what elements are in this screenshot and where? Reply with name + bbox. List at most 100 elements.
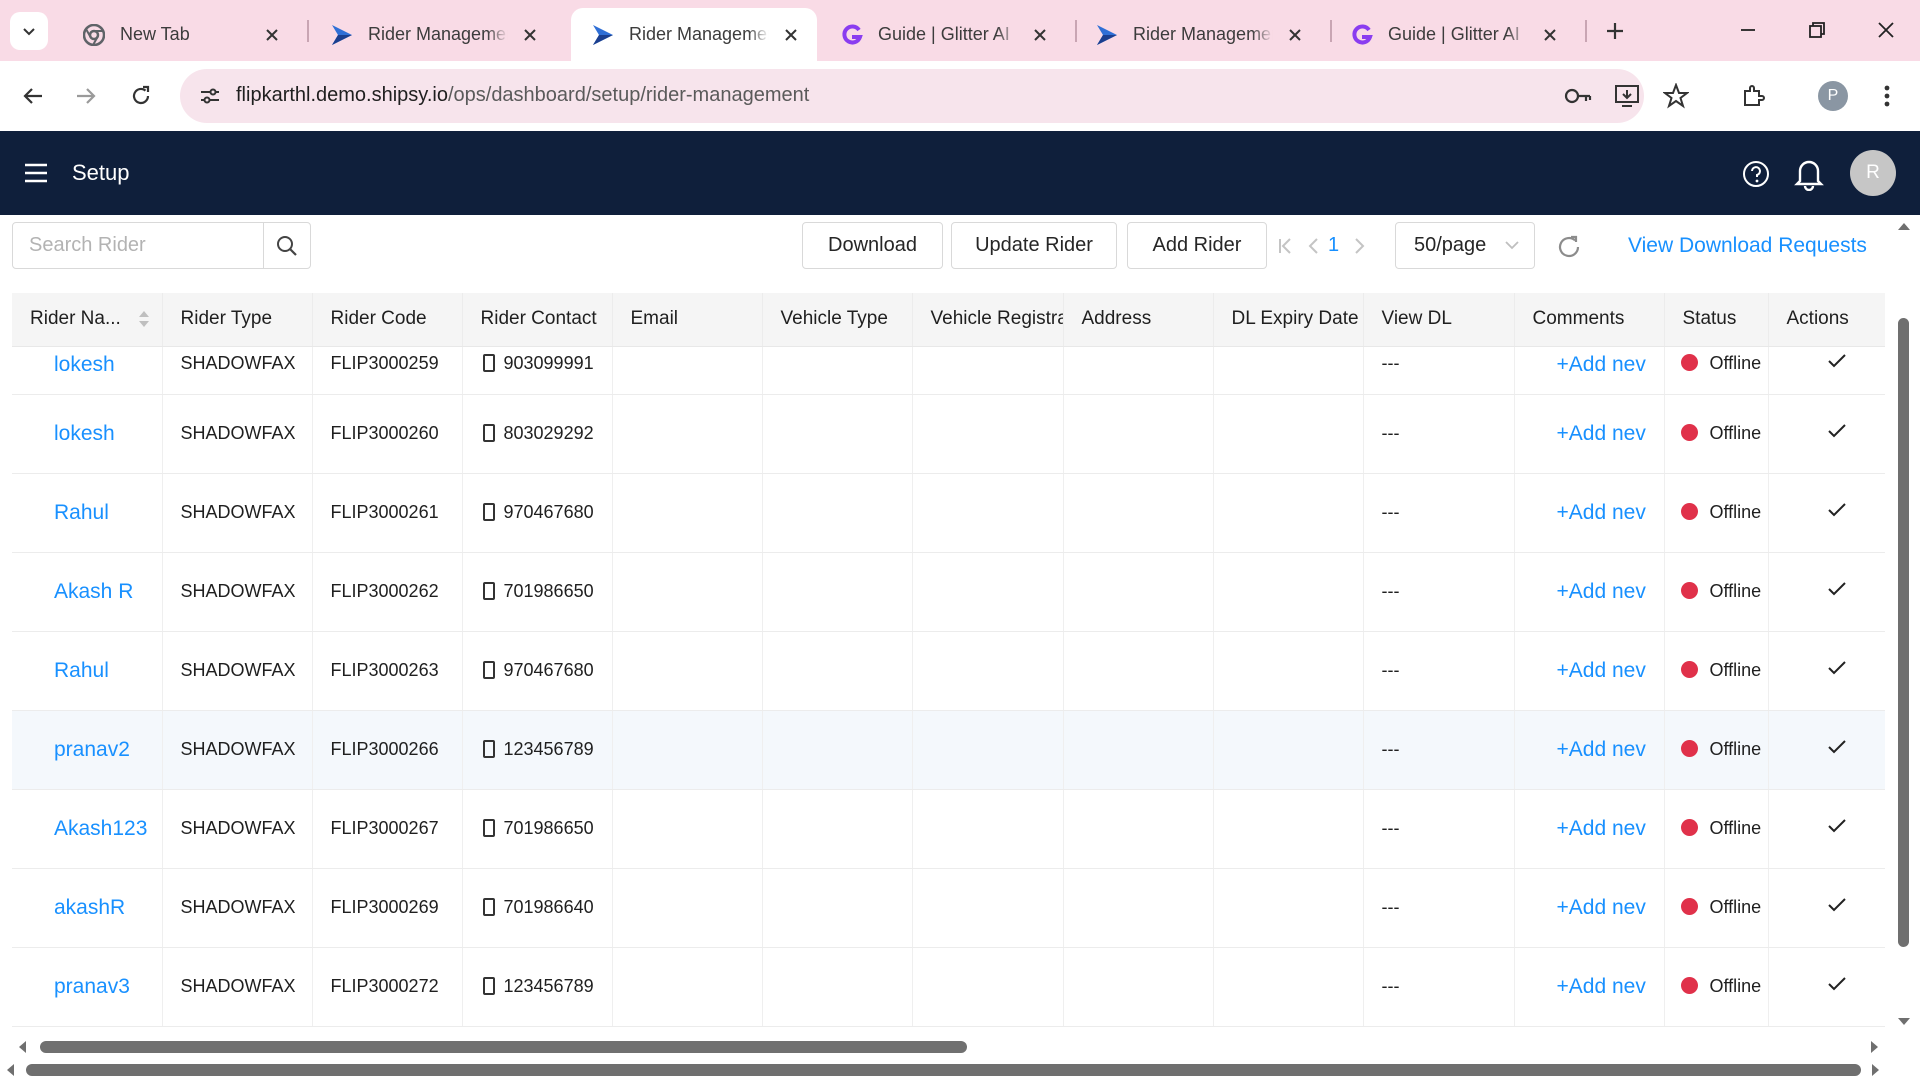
chrome-icon: [82, 23, 106, 47]
minimize-button[interactable]: [1728, 12, 1768, 48]
address-bar[interactable]: flipkarthl.demo.shipsy.io/ops/dashboard/…: [180, 69, 1689, 123]
page-size-select[interactable]: 50/page: [1395, 222, 1535, 269]
url-text[interactable]: flipkarthl.demo.shipsy.io/ops/dashboard/…: [236, 84, 809, 107]
add-comment-link[interactable]: +Add nev: [1514, 394, 1665, 474]
hamburger-menu-icon[interactable]: [22, 159, 50, 187]
browser-tab-glitter-guide[interactable]: Guide | Glitter AI: [820, 8, 1066, 61]
scroll-up-icon[interactable]: [1898, 222, 1910, 232]
rider-name-link[interactable]: Akash123: [12, 789, 163, 869]
status-cell: Offline: [1664, 710, 1769, 790]
minimize-icon: [1741, 29, 1755, 31]
address-cell: [1063, 394, 1214, 474]
bookmark-star-icon[interactable]: [1662, 82, 1690, 110]
browser-tab-rider-management-active[interactable]: Rider Management: [571, 8, 817, 61]
download-button[interactable]: Download: [802, 222, 943, 269]
add-comment-link[interactable]: +Add nev: [1514, 868, 1665, 948]
back-button[interactable]: [16, 79, 50, 113]
check-icon[interactable]: [1827, 976, 1847, 992]
rider-name-link[interactable]: akashR: [12, 868, 163, 948]
scroll-right-icon[interactable]: [1870, 1064, 1880, 1076]
update-rider-button[interactable]: Update Rider: [951, 222, 1117, 269]
browser-tab-rider-management[interactable]: Rider Management: [310, 8, 556, 61]
table-horizontal-scrollbar[interactable]: [12, 1036, 1885, 1058]
rider-name-link[interactable]: pranav3: [12, 947, 163, 1027]
close-icon[interactable]: [1028, 23, 1052, 47]
check-icon[interactable]: [1827, 353, 1847, 369]
new-tab-button[interactable]: [1598, 14, 1632, 48]
check-icon[interactable]: [1827, 818, 1847, 834]
user-avatar[interactable]: R: [1850, 150, 1896, 196]
notification-bell-icon[interactable]: [1792, 155, 1826, 192]
refresh-icon[interactable]: [1556, 234, 1582, 260]
rider-name-link[interactable]: Akash R: [12, 552, 163, 632]
status-cell: Offline: [1664, 868, 1769, 948]
help-icon[interactable]: [1741, 159, 1771, 189]
browser-tab-rider-management[interactable]: Rider Management: [1075, 8, 1321, 61]
view-download-requests-link[interactable]: View Download Requests: [1628, 234, 1867, 258]
scroll-right-icon[interactable]: [1869, 1041, 1879, 1053]
forward-button[interactable]: [69, 79, 103, 113]
check-icon[interactable]: [1827, 423, 1847, 439]
add-comment-link[interactable]: +Add nev: [1514, 947, 1665, 1027]
scrollbar-thumb[interactable]: [1898, 318, 1909, 947]
close-icon[interactable]: [1538, 23, 1562, 47]
scroll-down-icon[interactable]: [1898, 1016, 1910, 1026]
close-window-button[interactable]: [1866, 12, 1906, 48]
status-cell: Offline: [1664, 631, 1769, 711]
close-icon[interactable]: [779, 23, 803, 47]
column-header-rider-name[interactable]: Rider Na...: [12, 293, 163, 347]
first-page-icon[interactable]: [1274, 234, 1296, 258]
restore-button[interactable]: [1797, 12, 1837, 48]
status-label: Offline: [1709, 423, 1762, 443]
phone-icon: [482, 977, 495, 995]
close-icon[interactable]: [260, 23, 284, 47]
add-comment-link[interactable]: +Add nev: [1514, 552, 1665, 632]
install-app-icon[interactable]: [1613, 82, 1641, 110]
add-rider-button[interactable]: Add Rider: [1127, 222, 1267, 269]
rider-name-link[interactable]: lokesh: [12, 346, 163, 395]
scrollbar-thumb[interactable]: [26, 1064, 1861, 1076]
profile-avatar[interactable]: P: [1818, 81, 1848, 111]
rider-name-link[interactable]: Rahul: [12, 473, 163, 553]
search-button[interactable]: [263, 222, 311, 269]
column-header-view-dl: View DL: [1363, 293, 1515, 347]
page-horizontal-scrollbar[interactable]: [0, 1060, 1920, 1080]
check-icon[interactable]: [1827, 660, 1847, 676]
arrow-right-icon: [77, 88, 96, 104]
current-page-number[interactable]: 1: [1328, 234, 1339, 257]
rider-name-link[interactable]: lokesh: [12, 394, 163, 474]
add-comment-link[interactable]: +Add nev: [1514, 631, 1665, 711]
browser-menu-button[interactable]: [1870, 79, 1904, 113]
add-comment-link[interactable]: +Add nev: [1514, 710, 1665, 790]
check-icon[interactable]: [1827, 502, 1847, 518]
sort-icon[interactable]: [138, 309, 150, 329]
extensions-button[interactable]: [1736, 79, 1770, 113]
add-comment-link[interactable]: +Add nev: [1514, 473, 1665, 553]
tab-search-button[interactable]: [10, 12, 48, 50]
close-icon[interactable]: [1283, 23, 1307, 47]
prev-page-icon[interactable]: [1302, 234, 1324, 258]
search-input[interactable]: [13, 223, 263, 268]
add-comment-link[interactable]: +Add nev: [1514, 789, 1665, 869]
site-settings-icon[interactable]: [196, 82, 224, 110]
add-comment-link[interactable]: +Add nev: [1514, 346, 1665, 395]
search-rider-field[interactable]: [12, 222, 264, 269]
browser-tab-new-tab[interactable]: New Tab: [62, 8, 298, 61]
password-key-icon[interactable]: [1564, 82, 1592, 110]
reload-button[interactable]: [124, 79, 158, 113]
rider-name-link[interactable]: Rahul: [12, 631, 163, 711]
browser-tab-glitter-guide[interactable]: Guide | Glitter AI: [1330, 8, 1576, 61]
check-icon[interactable]: [1827, 897, 1847, 913]
close-icon[interactable]: [518, 23, 542, 47]
phone-icon: [482, 353, 495, 372]
status-label: Offline: [1709, 502, 1762, 522]
check-icon[interactable]: [1827, 739, 1847, 755]
scroll-left-icon[interactable]: [6, 1064, 16, 1076]
rider-name-link[interactable]: pranav2: [12, 710, 163, 790]
check-icon[interactable]: [1827, 581, 1847, 597]
next-page-icon[interactable]: [1349, 234, 1371, 258]
scrollbar-thumb[interactable]: [40, 1041, 967, 1053]
page-vertical-scrollbar[interactable]: [1893, 218, 1915, 1030]
rider-contact-value: 970467680: [503, 502, 594, 522]
scroll-left-icon[interactable]: [18, 1041, 28, 1053]
